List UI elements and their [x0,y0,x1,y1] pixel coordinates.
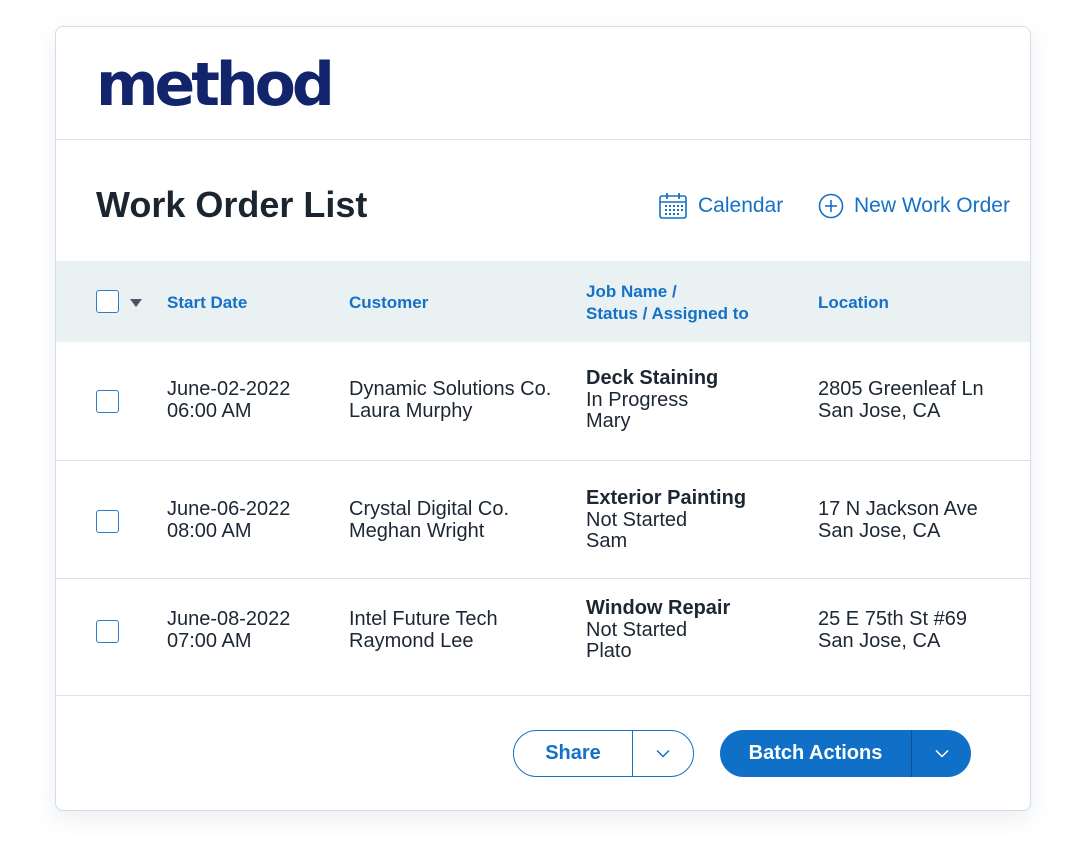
batch-actions-button-group: Batch Actions [720,730,971,777]
address-line: 2805 Greenleaf Ln [818,378,984,400]
customer-name: Dynamic Solutions Co. [349,378,552,400]
location-cell: 25 E 75th St #69 San Jose, CA [818,608,968,652]
table-header: Start Date Customer Job Name / Status / … [56,261,1030,342]
address-line: 25 E 75th St #69 [818,608,968,630]
logo-bar: method [56,27,1030,140]
date-text: June-08-2022 [167,608,291,630]
start-date-cell: June-06-2022 08:00 AM [167,498,291,542]
job-name: Deck Staining [586,367,719,389]
chevron-down-icon [656,745,670,763]
column-status-label: Status / Assigned to [586,304,749,323]
job-status: In Progress [586,388,689,411]
column-location[interactable]: Location [818,292,889,314]
customer-contact: Laura Murphy [349,399,473,422]
row-checkbox[interactable] [96,390,119,413]
city-line: San Jose, CA [818,519,941,542]
method-logo: method [96,50,335,120]
work-order-card: method Work Order List Calendar New Work… [55,26,1031,811]
job-assignee: Plato [586,640,632,662]
row-checkbox[interactable] [96,510,119,533]
date-text: June-06-2022 [167,498,291,520]
plus-circle-icon [818,193,844,219]
job-status: Not Started [586,618,688,641]
job-name: Window Repair [586,597,731,619]
page-title: Work Order List [96,184,368,225]
column-job-status[interactable]: Job Name / Status / Assigned to [586,281,749,325]
job-assignee: Sam [586,530,628,552]
job-cell: Exterior Painting Not Started Sam [586,487,747,553]
customer-cell: Dynamic Solutions Co. Laura Murphy [349,378,552,422]
city-line: San Jose, CA [818,629,941,652]
batch-actions-dropdown-button[interactable] [912,730,971,777]
customer-name: Crystal Digital Co. [349,498,510,520]
location-cell: 2805 Greenleaf Ln San Jose, CA [818,378,984,422]
customer-contact: Raymond Lee [349,629,474,652]
table-row[interactable]: June-08-2022 07:00 AM Intel Future Tech … [56,579,1030,696]
calendar-label: Calendar [698,194,784,217]
city-line: San Jose, CA [818,399,941,422]
table-row[interactable]: June-06-2022 08:00 AM Crystal Digital Co… [56,461,1030,579]
column-job-label: Job Name / [586,282,677,301]
column-customer[interactable]: Customer [349,292,428,314]
job-name: Exterior Painting [586,487,747,509]
new-work-order-link[interactable]: New Work Order [818,190,1010,222]
chevron-down-icon [934,745,949,763]
job-cell: Window Repair Not Started Plato [586,597,731,663]
date-text: June-02-2022 [167,378,291,400]
share-dropdown-button[interactable] [633,731,693,776]
job-status: Not Started [586,508,688,531]
job-assignee: Mary [586,410,631,432]
column-start-date[interactable]: Start Date [167,292,247,314]
select-all-checkbox[interactable] [96,290,119,313]
job-cell: Deck Staining In Progress Mary [586,367,719,433]
time-text: 08:00 AM [167,519,252,542]
select-menu-caret-icon[interactable] [130,299,142,307]
start-date-cell: June-02-2022 06:00 AM [167,378,291,422]
location-cell: 17 N Jackson Ave San Jose, CA [818,498,978,542]
customer-name: Intel Future Tech [349,608,498,630]
calendar-icon [658,191,688,221]
start-date-cell: June-08-2022 07:00 AM [167,608,291,652]
time-text: 07:00 AM [167,629,252,652]
time-text: 06:00 AM [167,399,252,422]
share-button[interactable]: Share [514,731,633,776]
share-button-group: Share [513,730,694,777]
table-row[interactable]: June-02-2022 06:00 AM Dynamic Solutions … [56,342,1030,461]
new-work-order-label: New Work Order [854,194,1010,217]
address-line: 17 N Jackson Ave [818,498,978,520]
customer-contact: Meghan Wright [349,519,485,542]
customer-cell: Crystal Digital Co. Meghan Wright [349,498,510,542]
row-checkbox[interactable] [96,620,119,643]
batch-actions-button[interactable]: Batch Actions [720,730,912,777]
calendar-link[interactable]: Calendar [658,190,783,222]
customer-cell: Intel Future Tech Raymond Lee [349,608,498,652]
